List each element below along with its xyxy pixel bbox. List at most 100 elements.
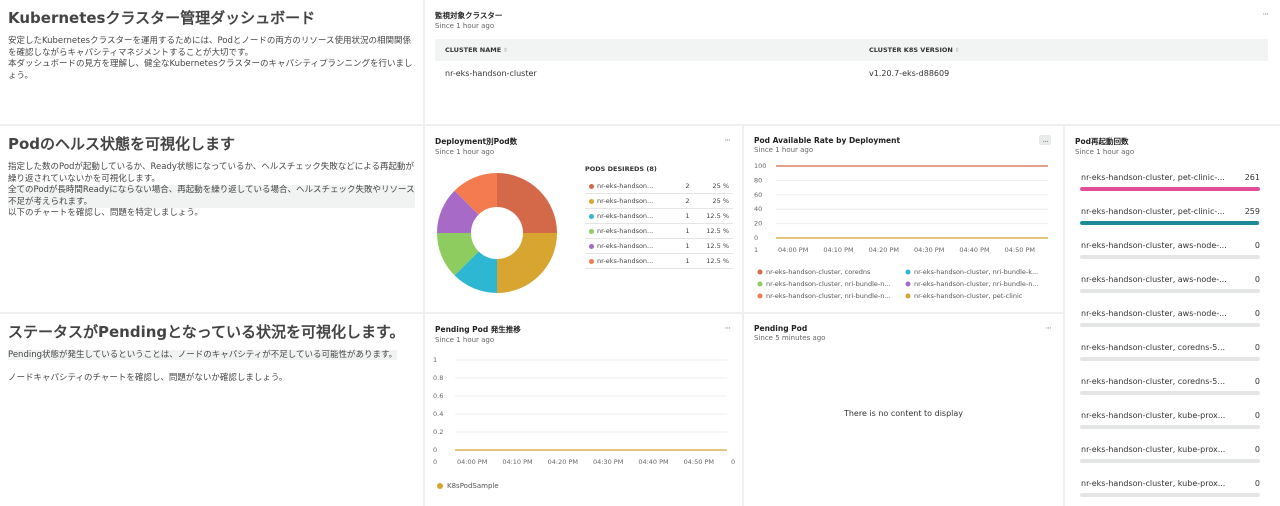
y-tick-label: 40 xyxy=(754,205,762,213)
pie-legend-row[interactable]: nr-eks-handson... 1 12.5 % xyxy=(585,238,733,254)
pie-slice[interactable] xyxy=(497,233,557,293)
column-header-cluster-name[interactable]: CLUSTER NAME ⇳ xyxy=(435,39,859,61)
legend-item[interactable]: nr-eks-handson-cluster, nri-bundle-n... xyxy=(766,292,891,300)
x-tick-label: 04:20 PM xyxy=(548,458,578,466)
restart-bar-track xyxy=(1080,255,1260,259)
pie-legend-row[interactable]: nr-eks-handson... 2 25 % xyxy=(585,179,733,194)
pie-legend-row[interactable]: nr-eks-handson... 1 12.5 % xyxy=(585,223,733,239)
pie-legend-count: 1 xyxy=(677,238,694,254)
restart-bar-row[interactable]: nr-eks-handson-cluster, kube-prox... 0 xyxy=(1075,474,1270,506)
pod-health-markdown: Podのヘルス状態を可視化します 指定した数のPodが起動しているか、Ready… xyxy=(0,126,423,312)
legend-item[interactable]: nr-eks-handson-cluster, nri-bundle-k... xyxy=(914,268,1038,276)
y-tick-label: 0 xyxy=(433,446,437,454)
pie-legend-row[interactable]: nr-eks-handson... 1 12.5 % xyxy=(585,253,733,269)
restart-bar-label: nr-eks-handson-cluster, pet-clinic-... xyxy=(1081,173,1225,182)
widget-menu-icon[interactable]: ··· xyxy=(724,136,731,146)
y-tick-label: 60 xyxy=(754,191,762,199)
pie-legend-row[interactable]: nr-eks-handson... 2 25 % xyxy=(585,193,733,209)
restart-bar-value: 0 xyxy=(1254,377,1260,386)
pie-legend-count: 1 xyxy=(677,223,694,239)
pending-trend-widget: Pending Pod 発生推移 Since 1 hour ago ··· 1 0… xyxy=(425,314,742,506)
pie-legend-label: nr-eks-handson... xyxy=(585,253,678,269)
restart-bar-value: 0 xyxy=(1254,479,1260,488)
y-tick-label: 0.8 xyxy=(433,374,443,382)
widget-menu-icon[interactable]: ... xyxy=(1039,135,1051,145)
pie-slice[interactable] xyxy=(497,173,557,233)
widget-title: Pending Pod 発生推移 xyxy=(435,325,521,334)
restart-bar-row[interactable]: nr-eks-handson-cluster, coredns-5... 0 xyxy=(1075,338,1270,372)
legend-dot-icon xyxy=(905,269,911,275)
pending-line-chart: 1 0.8 0.6 0.4 0.2 0 0 04:00 PM 04:10 PM 04:20 PM 0… xyxy=(433,356,735,466)
legend-dot-icon xyxy=(589,183,594,189)
pie-legend: PODS DESIREDS (8) nr-eks-handson... 2 25 %… xyxy=(585,165,733,269)
restart-bar-label: nr-eks-handson-cluster, pet-clinic-... xyxy=(1081,207,1225,216)
legend-item[interactable]: nr-eks-handson-cluster, nri-bundle-n... xyxy=(914,280,1039,288)
pending-paragraph-1: Pending状態が発生しているということは、ノードのキャパシティが不足している… xyxy=(8,350,398,360)
widget-menu-icon[interactable]: ··· xyxy=(1262,10,1269,20)
restart-bar-row[interactable]: nr-eks-handson-cluster, pet-clinic-... 25… xyxy=(1075,202,1270,236)
available-rate-line-chart: 100 80 60 40 20 0 1 04:00 PM 04:10 PM 04:20 PM 04:… xyxy=(754,162,1048,254)
restart-bar-track xyxy=(1080,323,1260,327)
pie-legend-percent: 25 % xyxy=(693,193,733,209)
legend-item[interactable]: nr-eks-handson-cluster, pet-clinic xyxy=(914,292,1023,300)
legend-dot-icon xyxy=(905,293,911,299)
restart-bar-label: nr-eks-handson-cluster, aws-node-... xyxy=(1081,275,1227,284)
restart-bar-label: nr-eks-handson-cluster, aws-node-... xyxy=(1081,241,1227,250)
legend-dot-icon xyxy=(905,281,911,287)
pending-paragraph-2: ノードキャパシティのチャートを確認し、問題がないか確認しましょう。 xyxy=(8,372,288,383)
pie-chart xyxy=(437,173,557,293)
widget-time-range: Since 5 minutes ago xyxy=(754,334,826,342)
y-tick-label: 0 xyxy=(754,234,758,242)
restart-bar-value: 0 xyxy=(1254,411,1260,420)
pie-legend-count: 1 xyxy=(677,253,694,269)
legend-item[interactable]: nr-eks-handson-cluster, nri-bundle-n... xyxy=(766,280,891,288)
restart-bar-row[interactable]: nr-eks-handson-cluster, kube-prox... 0 xyxy=(1075,406,1270,440)
legend-item[interactable]: nr-eks-handson-cluster, coredns xyxy=(766,268,871,276)
x-tick-label: 04:10 PM xyxy=(502,458,532,466)
restart-bar-value: 0 xyxy=(1254,275,1260,284)
restart-bar-label: nr-eks-handson-cluster, aws-node-... xyxy=(1081,309,1227,318)
pie-legend-percent: 12.5 % xyxy=(693,223,733,239)
pod-health-title: Podのヘルス状態を可視化します xyxy=(8,135,236,153)
restart-bar-row[interactable]: nr-eks-handson-cluster, kube-prox... 0 xyxy=(1075,440,1270,474)
pie-legend-row[interactable]: nr-eks-handson... 1 12.5 % xyxy=(585,208,733,224)
available-rate-legend: nr-eks-handson-cluster, coredns nr-eks-ha… xyxy=(757,268,1039,300)
column-header-k8s-version[interactable]: CLUSTER K8S VERSION ⇳ xyxy=(859,39,1268,61)
widget-title: Pending Pod xyxy=(754,324,808,333)
cluster-table: CLUSTER NAME ⇳ CLUSTER K8S VERSION ⇳ nr-ek… xyxy=(435,39,1268,86)
restart-bar-label: nr-eks-handson-cluster, kube-prox... xyxy=(1081,411,1226,420)
widget-menu-icon[interactable]: ··· xyxy=(1045,324,1052,334)
sort-icon[interactable]: ⇳ xyxy=(955,47,960,54)
restart-bar-track xyxy=(1080,391,1260,395)
restart-bar-row[interactable]: nr-eks-handson-cluster, aws-node-... 0 xyxy=(1075,270,1270,304)
pending-markdown: ステータスがPendingとなっている状況を可視化します。 Pending状態が… xyxy=(0,314,423,506)
restart-bar-row[interactable]: nr-eks-handson-cluster, aws-node-... 0 xyxy=(1075,304,1270,338)
x-tick-label: 04:40 PM xyxy=(638,458,668,466)
y-tick-label: 100 xyxy=(754,162,766,170)
y-tick-label: 0.4 xyxy=(433,410,443,418)
legend-dot-icon xyxy=(589,198,594,204)
restart-bar-row[interactable]: nr-eks-handson-cluster, coredns-5... 0 xyxy=(1075,372,1270,406)
restart-bar-row[interactable]: nr-eks-handson-cluster, pet-clinic-... 26… xyxy=(1075,168,1270,202)
widget-title: Deployment別Pod数 xyxy=(435,137,518,146)
restart-bar-row[interactable]: nr-eks-handson-cluster, aws-node-... 0 xyxy=(1075,236,1270,270)
x-tick-label: 0 xyxy=(731,458,735,466)
y-tick-label: 80 xyxy=(754,176,762,184)
available-rate-widget: Pod Available Rate by Deployment Since 1… xyxy=(744,126,1063,312)
y-tick-label: 0.6 xyxy=(433,392,443,400)
sort-icon[interactable]: ⇳ xyxy=(503,47,508,54)
widget-menu-icon[interactable]: ··· xyxy=(724,324,731,334)
restart-bar-fill xyxy=(1080,221,1259,225)
pie-legend-label: nr-eks-handson... xyxy=(585,179,678,194)
y-tick-label: 0.2 xyxy=(433,428,443,436)
restart-bar-label: nr-eks-handson-cluster, kube-prox... xyxy=(1081,445,1226,454)
restart-bar-track xyxy=(1080,459,1260,463)
x-tick-label: 04:50 PM xyxy=(1005,246,1035,254)
pie-legend-label: nr-eks-handson... xyxy=(585,238,678,254)
x-tick-label: 04:00 PM xyxy=(457,458,487,466)
pie-legend-percent: 12.5 % xyxy=(693,253,733,269)
restart-bar-track xyxy=(1080,187,1260,191)
widget-time-range: Since 1 hour ago xyxy=(754,146,814,154)
table-row[interactable]: nr-eks-handson-cluster v1.20.7-eks-d8860… xyxy=(435,61,1268,86)
x-tick-label: 04:30 PM xyxy=(593,458,623,466)
